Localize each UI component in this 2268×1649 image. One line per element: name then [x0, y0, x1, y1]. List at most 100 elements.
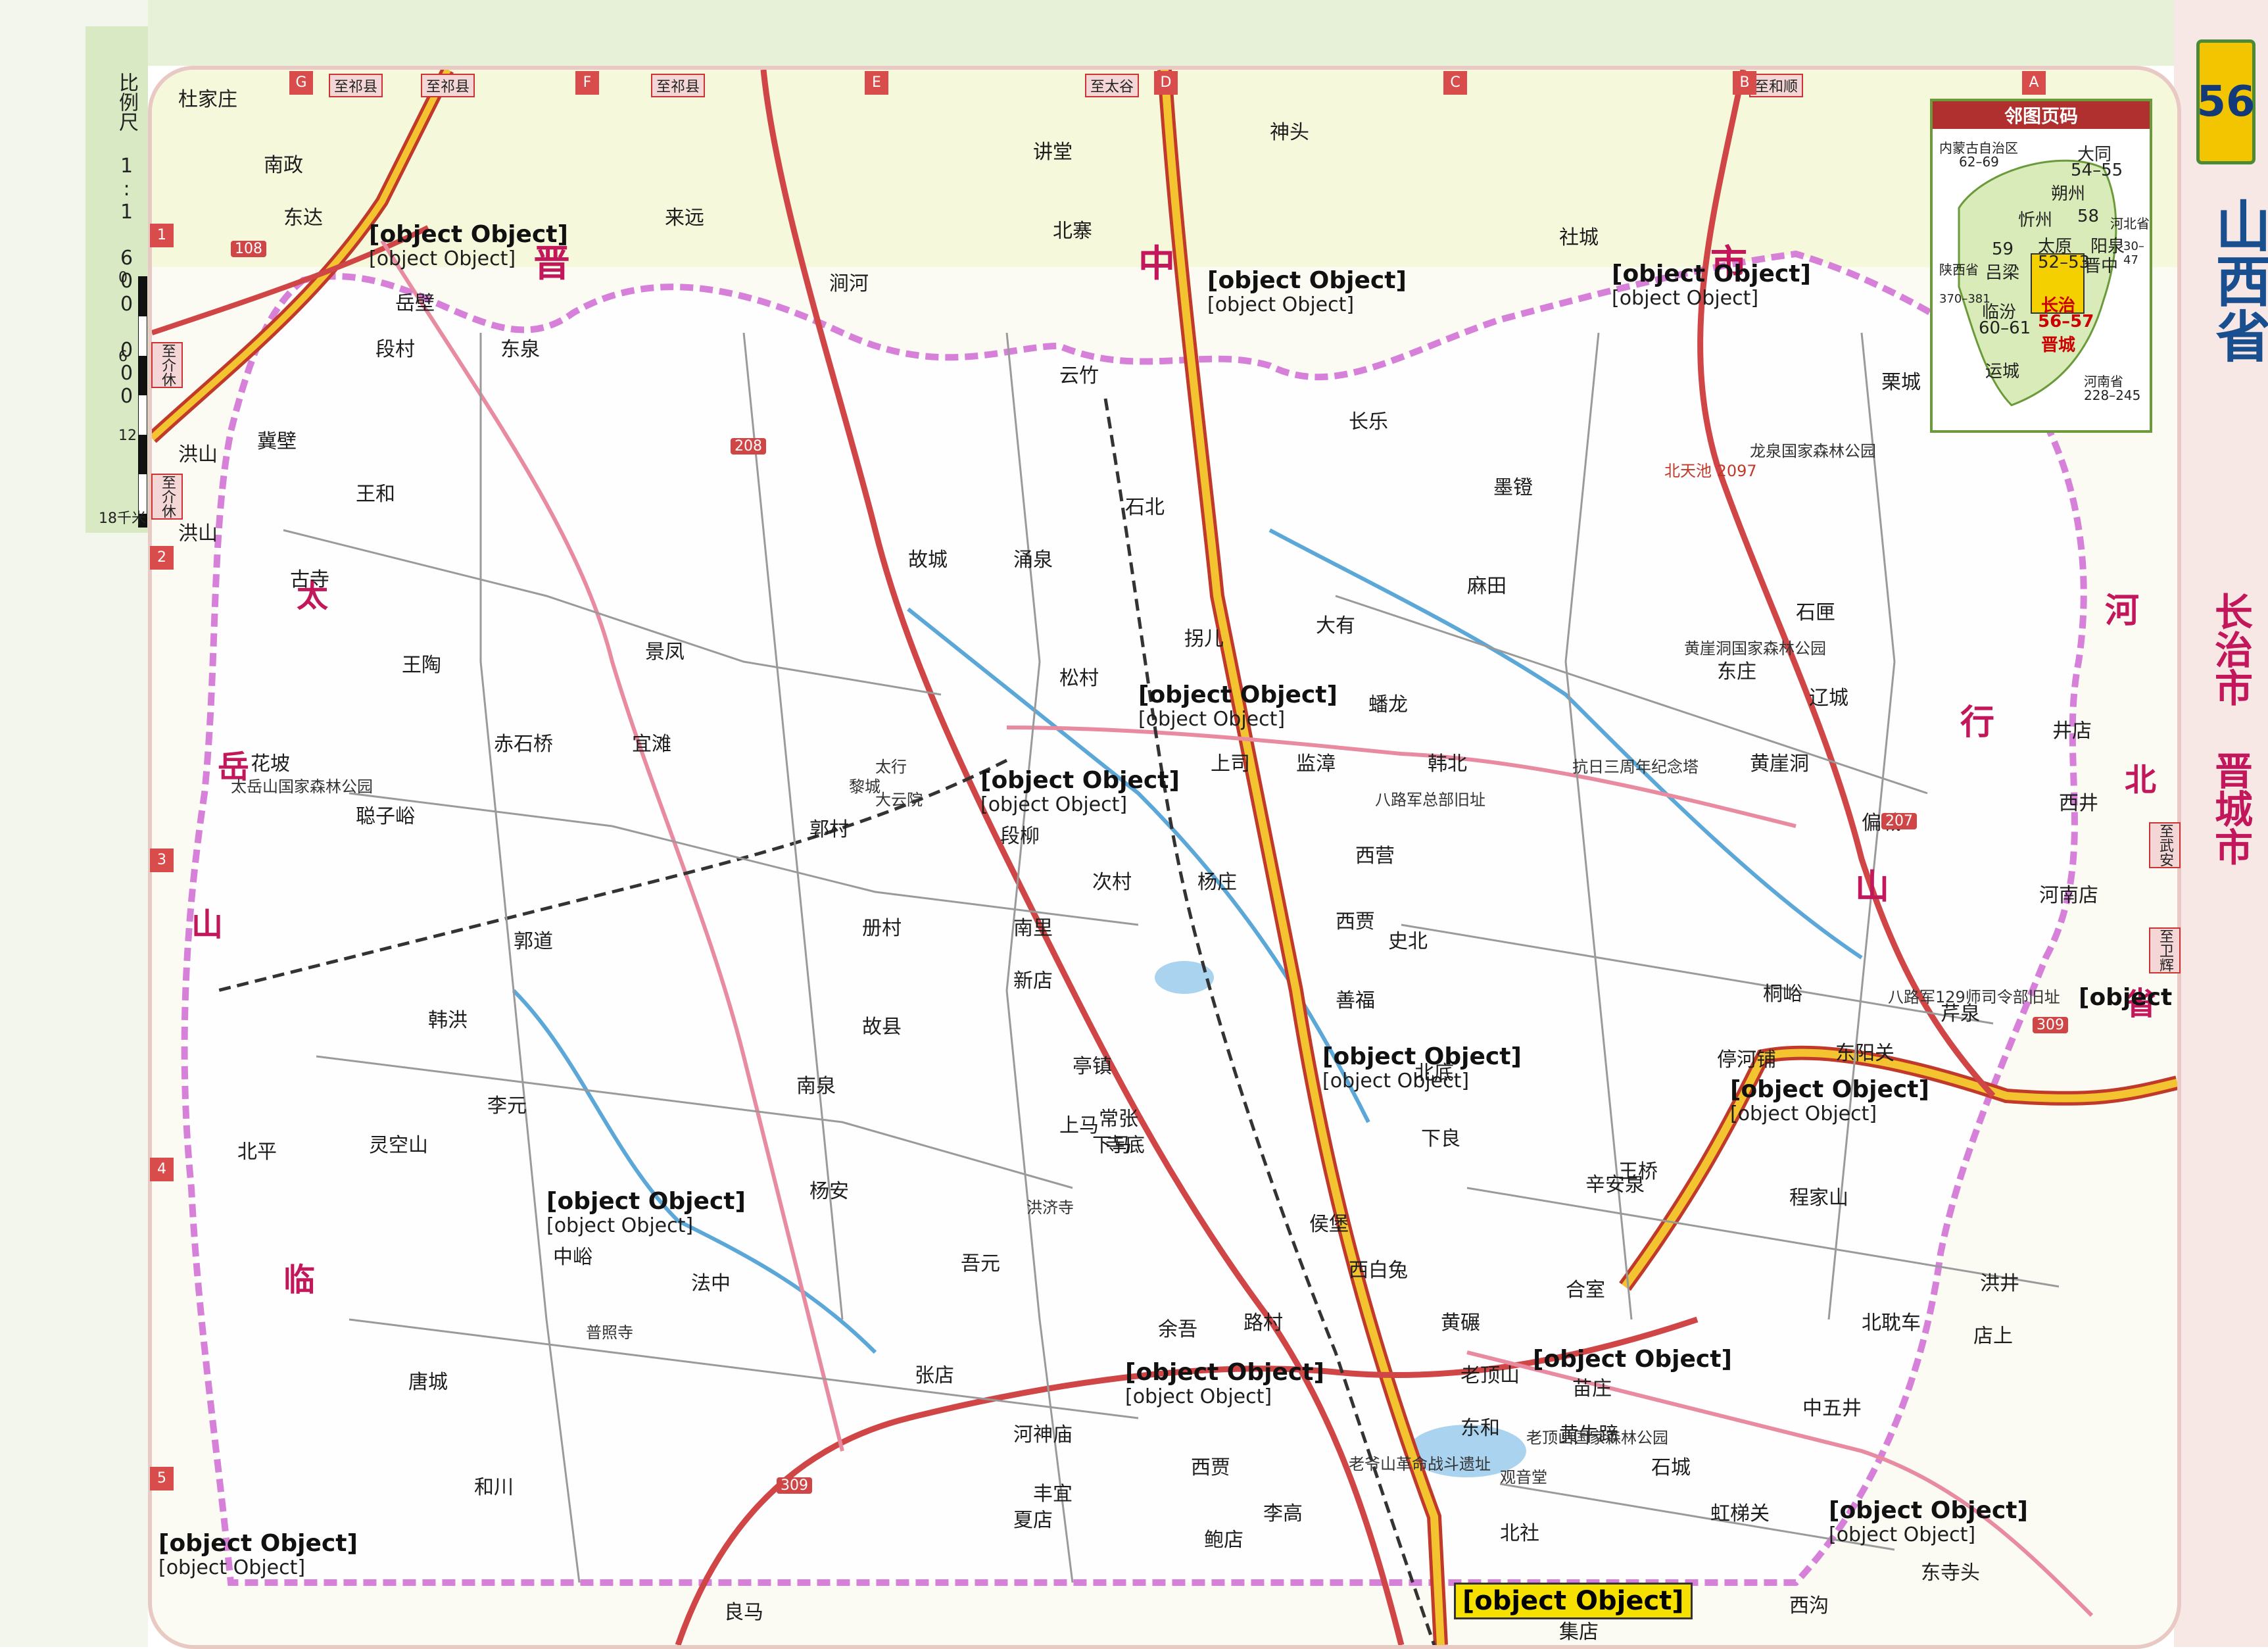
place-label: 景凤 — [645, 641, 685, 664]
edge-direction-label: 至和顺 — [1749, 74, 1804, 97]
place-label: 长乐 — [1349, 410, 1388, 433]
place-label: 涧河 — [829, 272, 869, 295]
edge-direction-label: 至祁县 — [421, 74, 475, 97]
place-label: 辽城 — [1809, 687, 1848, 710]
city-label: [object Object] — [1207, 267, 1407, 294]
place-label: 东庄 — [1717, 660, 1756, 683]
place-label: 墨镫 — [1493, 476, 1533, 499]
city-label: [object Object] — [369, 221, 568, 248]
region-label: 临 — [283, 1262, 316, 1298]
scale-tick: 18千米 — [99, 510, 146, 527]
city-alias: [object Object] — [1138, 708, 1286, 731]
place-label: 常张 — [1099, 1108, 1138, 1131]
place-label: 石匣 — [1796, 601, 1835, 624]
place-label: 次村 — [1092, 871, 1132, 894]
top-margin — [0, 0, 2268, 66]
place-label: 店上 — [1973, 1325, 2013, 1348]
place-label: 北寨 — [1053, 220, 1092, 243]
scenic-spot: 观音堂 — [1500, 1468, 1547, 1487]
edge-direction-label: 至太谷 — [1085, 74, 1140, 97]
road-badge: 207 — [1881, 813, 1917, 829]
place-label: 故县 — [862, 1016, 902, 1039]
city-label: [object Object] — [158, 1530, 358, 1557]
place-label: 路村 — [1243, 1312, 1283, 1335]
province-title: 山西省 — [2207, 197, 2268, 363]
place-label: 北社 — [1500, 1522, 1539, 1545]
place-label: 余吾 — [1158, 1318, 1197, 1341]
scenic-spot: 老顶山国家森林公园 — [1526, 1429, 1668, 1447]
inset-label: 河北省 — [2110, 216, 2150, 232]
place-label: 杜家庄 — [178, 88, 237, 111]
grid-number: 4 — [150, 1158, 174, 1181]
place-label: 麻田 — [1467, 575, 1507, 598]
place-label: 吾元 — [961, 1252, 1000, 1275]
place-label: 合室 — [1566, 1279, 1605, 1302]
place-label: 古寺 — [290, 568, 329, 591]
grid-letter: E — [865, 71, 888, 95]
place-label: 社城 — [1559, 226, 1599, 249]
road-badge: 309 — [2033, 1017, 2068, 1033]
place-label: 西沟 — [1789, 1594, 1829, 1617]
inset-title: 邻图页码 — [1933, 101, 2150, 129]
place-label: 鲍店 — [1204, 1529, 1243, 1552]
place-label: 东阳关 — [1835, 1042, 1894, 1065]
place-label: 讲堂 — [1033, 141, 1073, 164]
scale-tick: 0 — [118, 270, 128, 286]
place-label: 王和 — [356, 483, 395, 506]
place-label: 岳壁 — [395, 292, 435, 315]
city-label: [object Object] — [1829, 1497, 2028, 1524]
city-alias: [object Object] — [1730, 1102, 1877, 1125]
scenic-spot: 八路军129师司令部旧址 — [1888, 988, 2060, 1006]
grid-letter: G — [289, 71, 313, 95]
city-alias: [object Object] — [1612, 287, 1759, 310]
place-label: 老顶山 — [1460, 1364, 1520, 1387]
place-label: 栗城 — [1881, 371, 1921, 394]
place-label: 南政 — [264, 154, 303, 177]
city-alias: [object Object] — [1829, 1523, 1976, 1546]
place-label: 东寺头 — [1921, 1562, 1980, 1585]
place-label: 善福 — [1336, 989, 1375, 1012]
place-label: 史北 — [1388, 930, 1428, 953]
place-label: 程家山 — [1789, 1187, 1848, 1210]
city-label: [object Object] — [2079, 984, 2177, 1011]
place-label: 洪井 — [1980, 1272, 2019, 1295]
scale-tick: 6 — [118, 349, 128, 365]
city-alias: [object Object] — [1125, 1385, 1272, 1408]
city-alias: [object Object] — [980, 793, 1128, 816]
city-label: [object Object] — [1533, 1346, 1732, 1373]
inset-label: 晋中 — [2084, 257, 2119, 276]
inset-label: 运城 — [1985, 362, 2020, 381]
scenic-spot: 黄崖洞国家森林公园 — [1684, 639, 1826, 658]
place-label: 侯堡 — [1309, 1213, 1349, 1236]
place-label: 辛安泉 — [1585, 1173, 1645, 1196]
page-number: 56 — [2196, 39, 2256, 164]
city-label: [object Object] — [1125, 1359, 1324, 1386]
place-label: 李元 — [487, 1095, 527, 1118]
section-title: 长治市 晋城市 — [2208, 592, 2253, 866]
scenic-spot: 北天池 2097 — [1664, 462, 1757, 480]
prefecture-seat-label: [object Object] — [1454, 1583, 1693, 1619]
edge-direction-label: 至卫辉 — [2149, 927, 2181, 973]
place-label: 虹梯关 — [1710, 1502, 1770, 1525]
place-label: 黄碾 — [1441, 1312, 1480, 1335]
inset-label: 59 — [1992, 239, 2014, 259]
edge-direction-label: 至武安 — [2149, 822, 2181, 868]
place-label: 洪山 — [178, 443, 218, 466]
grid-number: 5 — [150, 1467, 174, 1490]
place-label: 河南店 — [2039, 884, 2098, 907]
inset-map: 邻图页码 内蒙古自治区 62–69 大同 54–55 朔州 忻州 58 河北省 … — [1930, 99, 2152, 433]
place-label: 夏店 — [1013, 1509, 1053, 1532]
place-label: 段村 — [375, 338, 415, 361]
place-label: 郭村 — [809, 818, 849, 841]
place-label: 南里 — [1013, 917, 1053, 940]
mountain-label: 山 — [1855, 868, 1890, 907]
inset-label: 58 — [2077, 207, 2100, 226]
place-label: 石城 — [1651, 1456, 1691, 1479]
place-label: 西贾 — [1191, 1456, 1230, 1479]
place-label: 北耽车 — [1862, 1312, 1921, 1335]
place-label: 东泉 — [500, 338, 540, 361]
grid-number: 2 — [150, 546, 174, 570]
grid-letter: F — [575, 71, 599, 95]
place-label: 集店 — [1559, 1621, 1599, 1644]
inset-label: 30–47 — [2123, 239, 2144, 267]
